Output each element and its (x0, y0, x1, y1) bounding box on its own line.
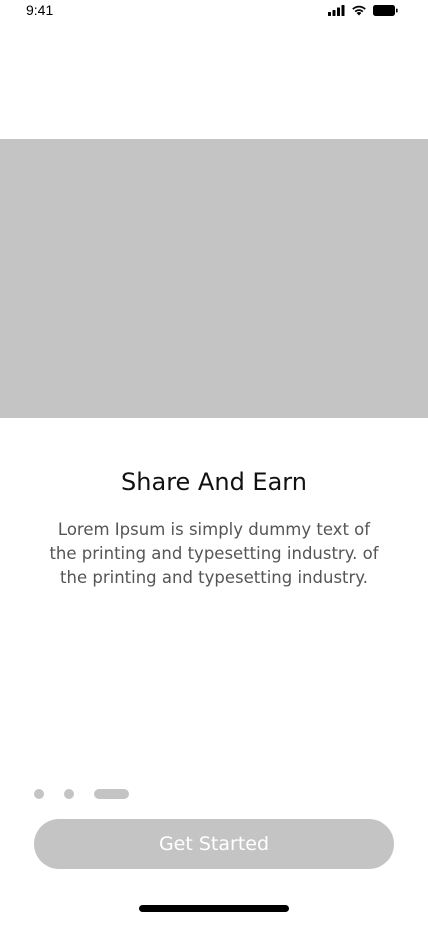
get-started-button[interactable]: Get Started (34, 819, 394, 869)
page-indicator (34, 789, 129, 799)
onboarding-title: Share And Earn (121, 468, 307, 496)
battery-icon (373, 4, 398, 16)
home-indicator[interactable] (139, 905, 289, 912)
status-icons (328, 4, 398, 16)
hero-image-placeholder (0, 139, 428, 418)
page-dot-1[interactable] (34, 789, 44, 799)
page-dot-2[interactable] (64, 789, 74, 799)
wifi-icon (351, 5, 367, 16)
status-time: 9:41 (26, 2, 54, 18)
status-bar: 9:41 (0, 0, 428, 22)
page-dot-3-active[interactable] (94, 789, 129, 799)
cellular-signal-icon (328, 4, 345, 16)
onboarding-description: Lorem Ipsum is simply dummy text of the … (49, 520, 379, 587)
